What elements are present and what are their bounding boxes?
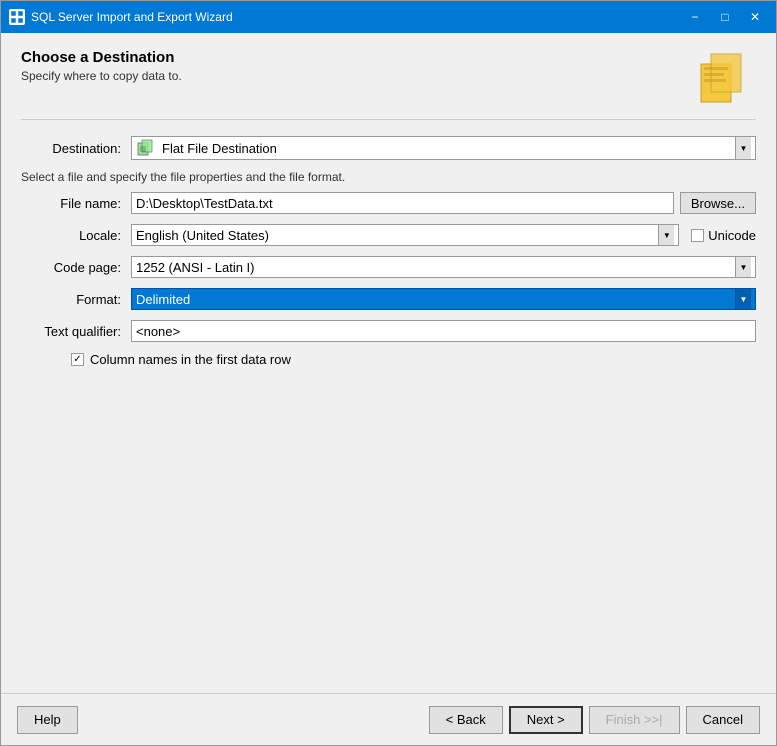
next-button[interactable]: Next > bbox=[509, 706, 583, 734]
help-button[interactable]: Help bbox=[17, 706, 78, 734]
destination-control: Flat File Destination ▼ bbox=[131, 136, 756, 160]
header-icon bbox=[696, 49, 756, 109]
format-dropdown[interactable]: Delimited ▼ bbox=[131, 288, 756, 310]
unicode-label: Unicode bbox=[708, 228, 756, 243]
column-names-checkbox[interactable]: ✓ bbox=[71, 353, 84, 366]
finish-button: Finish >>| bbox=[589, 706, 680, 734]
destination-dropdown-text: Flat File Destination bbox=[162, 141, 735, 156]
header-section: Choose a Destination Specify where to co… bbox=[21, 49, 756, 120]
format-dropdown-arrow: ▼ bbox=[735, 289, 751, 309]
footer: Help < Back Next > Finish >>| Cancel bbox=[1, 693, 776, 745]
content-area: Choose a Destination Specify where to co… bbox=[1, 33, 776, 693]
code-page-label: Code page: bbox=[21, 260, 131, 275]
file-name-input[interactable] bbox=[131, 192, 674, 214]
destination-dropdown-arrow: ▼ bbox=[735, 137, 751, 159]
form-area: Destination: Flat File Dest bbox=[21, 136, 756, 683]
code-page-dropdown-text: 1252 (ANSI - Latin I) bbox=[136, 260, 735, 275]
destination-label: Destination: bbox=[21, 141, 131, 156]
back-button[interactable]: < Back bbox=[429, 706, 503, 734]
column-names-row: ✓ Column names in the first data row bbox=[71, 352, 756, 367]
window-title: SQL Server Import and Export Wizard bbox=[31, 10, 682, 24]
cancel-button[interactable]: Cancel bbox=[686, 706, 760, 734]
locale-dropdown-arrow: ▼ bbox=[658, 225, 674, 245]
format-dropdown-text: Delimited bbox=[136, 292, 735, 307]
unicode-checkbox[interactable] bbox=[691, 229, 704, 242]
file-name-control: Browse... bbox=[131, 192, 756, 214]
column-names-label: Column names in the first data row bbox=[90, 352, 291, 367]
text-qualifier-input[interactable] bbox=[131, 320, 756, 342]
text-qualifier-label: Text qualifier: bbox=[21, 324, 131, 339]
file-description: Select a file and specify the file prope… bbox=[21, 170, 756, 184]
text-qualifier-control bbox=[131, 320, 756, 342]
destination-dropdown-icon bbox=[136, 138, 156, 158]
destination-dropdown[interactable]: Flat File Destination ▼ bbox=[131, 136, 756, 160]
code-page-row: Code page: 1252 (ANSI - Latin I) ▼ bbox=[21, 256, 756, 278]
locale-dropdown-text: English (United States) bbox=[136, 228, 658, 243]
locale-control: English (United States) ▼ Unicode bbox=[131, 224, 756, 246]
close-button[interactable]: ✕ bbox=[742, 7, 768, 27]
maximize-button[interactable]: □ bbox=[712, 7, 738, 27]
locale-row: Locale: English (United States) ▼ Unicod… bbox=[21, 224, 756, 246]
file-name-label: File name: bbox=[21, 196, 131, 211]
browse-button[interactable]: Browse... bbox=[680, 192, 756, 214]
format-row: Format: Delimited ▼ bbox=[21, 288, 756, 310]
minimize-button[interactable]: − bbox=[682, 7, 708, 27]
code-page-control: 1252 (ANSI - Latin I) ▼ bbox=[131, 256, 756, 278]
locale-dropdown[interactable]: English (United States) ▼ bbox=[131, 224, 679, 246]
header-text: Choose a Destination Specify where to co… bbox=[21, 49, 182, 83]
unicode-checkbox-row: Unicode bbox=[691, 228, 756, 243]
code-page-dropdown[interactable]: 1252 (ANSI - Latin I) ▼ bbox=[131, 256, 756, 278]
format-label: Format: bbox=[21, 292, 131, 307]
format-control: Delimited ▼ bbox=[131, 288, 756, 310]
page-title: Choose a Destination bbox=[21, 49, 182, 66]
file-name-row: File name: Browse... bbox=[21, 192, 756, 214]
window-controls: − □ ✕ bbox=[682, 7, 768, 27]
locale-label: Locale: bbox=[21, 228, 131, 243]
page-subtitle: Specify where to copy data to. bbox=[21, 69, 182, 83]
main-window: SQL Server Import and Export Wizard − □ … bbox=[0, 0, 777, 746]
text-qualifier-row: Text qualifier: bbox=[21, 320, 756, 342]
window-icon bbox=[9, 9, 25, 25]
title-bar: SQL Server Import and Export Wizard − □ … bbox=[1, 1, 776, 33]
code-page-dropdown-arrow: ▼ bbox=[735, 257, 751, 277]
destination-row: Destination: Flat File Dest bbox=[21, 136, 756, 160]
